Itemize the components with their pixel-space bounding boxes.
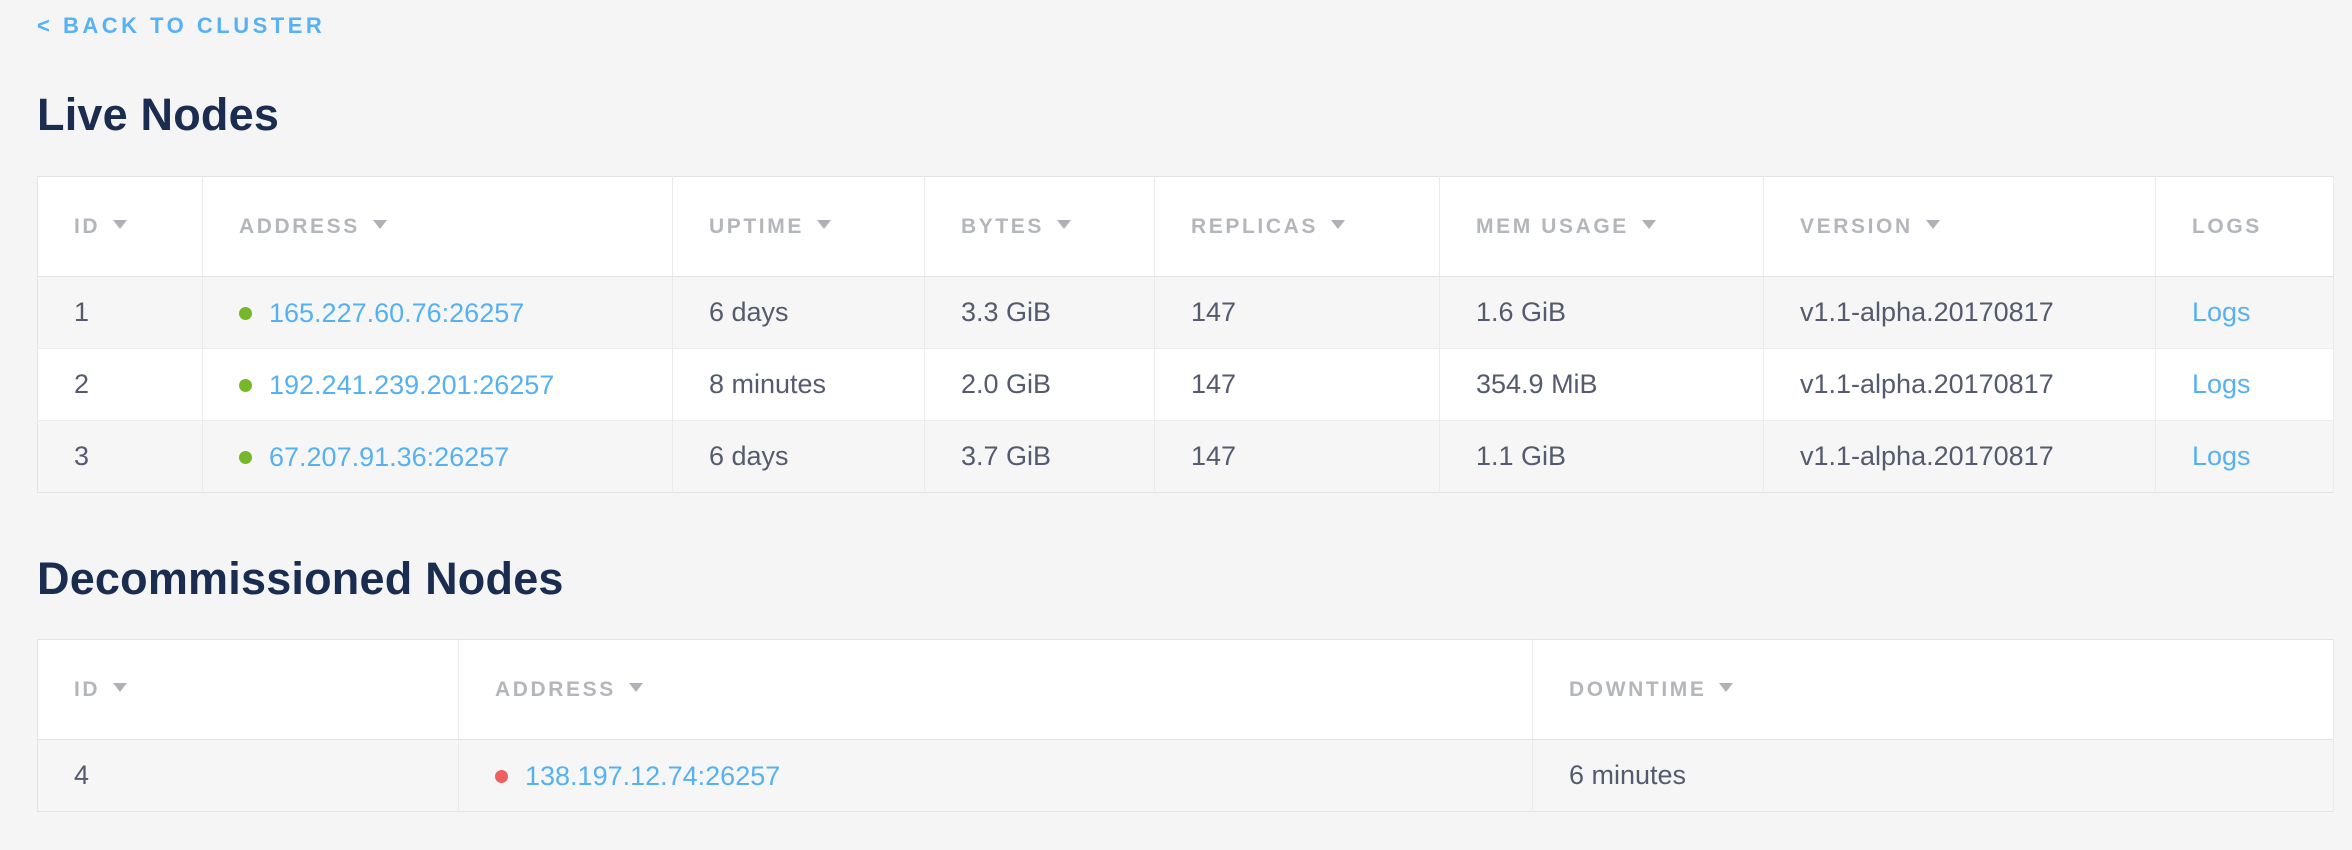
table-row: 2 192.241.239.201:26257 8 minutes 2.0 Gi… [38, 349, 2334, 421]
decom-header-address-label: ADDRESS [495, 678, 616, 701]
table-row: 4 138.197.12.74:26257 6 minutes [38, 740, 2334, 812]
node-version-cell: v1.1-alpha.20170817 [1764, 277, 2156, 349]
live-header-address-label: ADDRESS [239, 215, 360, 238]
sort-arrow-icon [1057, 220, 1071, 229]
node-replicas-cell: 147 [1155, 421, 1440, 493]
node-downtime-cell: 6 minutes [1533, 740, 2334, 812]
sort-arrow-icon [629, 683, 643, 692]
sort-arrow-icon [113, 683, 127, 692]
live-header-version[interactable]: VERSION [1764, 177, 2156, 277]
node-uptime-cell: 6 days [673, 277, 925, 349]
table-row: 1 165.227.60.76:26257 6 days 3.3 GiB 147… [38, 277, 2334, 349]
decom-header-id-label: ID [74, 678, 100, 701]
decom-header-id[interactable]: ID [38, 640, 459, 740]
live-header-mem-usage[interactable]: MEM USAGE [1440, 177, 1764, 277]
live-nodes-header-row: ID ADDRESS UPTIME BYTES REPLICAS MEM USA… [38, 177, 2334, 277]
live-nodes-table: ID ADDRESS UPTIME BYTES REPLICAS MEM USA… [37, 176, 2334, 493]
node-id-cell: 4 [38, 740, 459, 812]
back-to-cluster-link[interactable]: < BACK TO CLUSTER [37, 13, 325, 39]
sort-arrow-icon [1331, 220, 1345, 229]
node-logs-cell: Logs [2156, 421, 2334, 493]
decommissioned-nodes-title: Decommissioned Nodes [37, 553, 2333, 605]
node-mem-usage-cell: 1.1 GiB [1440, 421, 1764, 493]
live-header-replicas[interactable]: REPLICAS [1155, 177, 1440, 277]
sort-arrow-icon [373, 220, 387, 229]
node-bytes-cell: 2.0 GiB [925, 349, 1155, 421]
node-address-cell: 138.197.12.74:26257 [459, 740, 1533, 812]
live-header-replicas-label: REPLICAS [1191, 215, 1318, 238]
sort-arrow-icon [817, 220, 831, 229]
node-uptime-cell: 6 days [673, 421, 925, 493]
node-mem-usage-cell: 1.6 GiB [1440, 277, 1764, 349]
node-uptime-cell: 8 minutes [673, 349, 925, 421]
node-address-cell: 67.207.91.36:26257 [203, 421, 673, 493]
live-nodes-title: Live Nodes [37, 89, 2333, 141]
live-header-id[interactable]: ID [38, 177, 203, 277]
node-address-link[interactable]: 165.227.60.76:26257 [269, 298, 524, 329]
live-header-logs-label: LOGS [2192, 215, 2262, 238]
node-version-cell: v1.1-alpha.20170817 [1764, 349, 2156, 421]
node-replicas-cell: 147 [1155, 277, 1440, 349]
live-header-address[interactable]: ADDRESS [203, 177, 673, 277]
node-replicas-cell: 147 [1155, 349, 1440, 421]
node-logs-link[interactable]: Logs [2192, 369, 2251, 399]
node-decommissioned-status-icon [495, 770, 508, 783]
decommissioned-nodes-table: ID ADDRESS DOWNTIME 4 138.197.12.74:2625… [37, 639, 2334, 812]
decom-header-address[interactable]: ADDRESS [459, 640, 1533, 740]
table-row: 3 67.207.91.36:26257 6 days 3.7 GiB 147 … [38, 421, 2334, 493]
decom-header-downtime[interactable]: DOWNTIME [1533, 640, 2334, 740]
node-logs-cell: Logs [2156, 277, 2334, 349]
decommissioned-header-row: ID ADDRESS DOWNTIME [38, 640, 2334, 740]
node-bytes-cell: 3.3 GiB [925, 277, 1155, 349]
node-address-cell: 192.241.239.201:26257 [203, 349, 673, 421]
node-bytes-cell: 3.7 GiB [925, 421, 1155, 493]
live-header-logs: LOGS [2156, 177, 2334, 277]
node-address-link[interactable]: 138.197.12.74:26257 [525, 761, 780, 792]
node-live-status-icon [239, 307, 252, 320]
sort-arrow-icon [113, 220, 127, 229]
nodes-page: < BACK TO CLUSTER Live Nodes ID ADDRESS … [37, 0, 2333, 812]
live-header-uptime[interactable]: UPTIME [673, 177, 925, 277]
sort-arrow-icon [1926, 220, 1940, 229]
node-id-cell: 1 [38, 277, 203, 349]
live-header-id-label: ID [74, 215, 100, 238]
live-header-uptime-label: UPTIME [709, 215, 804, 238]
node-live-status-icon [239, 379, 252, 392]
sort-arrow-icon [1719, 683, 1733, 692]
node-id-cell: 3 [38, 421, 203, 493]
live-header-bytes[interactable]: BYTES [925, 177, 1155, 277]
node-live-status-icon [239, 451, 252, 464]
node-address-link[interactable]: 192.241.239.201:26257 [269, 370, 554, 401]
node-id-cell: 2 [38, 349, 203, 421]
live-header-version-label: VERSION [1800, 215, 1913, 238]
node-version-cell: v1.1-alpha.20170817 [1764, 421, 2156, 493]
node-address-link[interactable]: 67.207.91.36:26257 [269, 442, 509, 473]
node-logs-cell: Logs [2156, 349, 2334, 421]
live-header-bytes-label: BYTES [961, 215, 1044, 238]
sort-arrow-icon [1642, 220, 1656, 229]
node-mem-usage-cell: 354.9 MiB [1440, 349, 1764, 421]
node-logs-link[interactable]: Logs [2192, 441, 2251, 471]
decom-header-downtime-label: DOWNTIME [1569, 678, 1706, 701]
node-logs-link[interactable]: Logs [2192, 297, 2251, 327]
live-header-mem-usage-label: MEM USAGE [1476, 215, 1629, 238]
node-address-cell: 165.227.60.76:26257 [203, 277, 673, 349]
